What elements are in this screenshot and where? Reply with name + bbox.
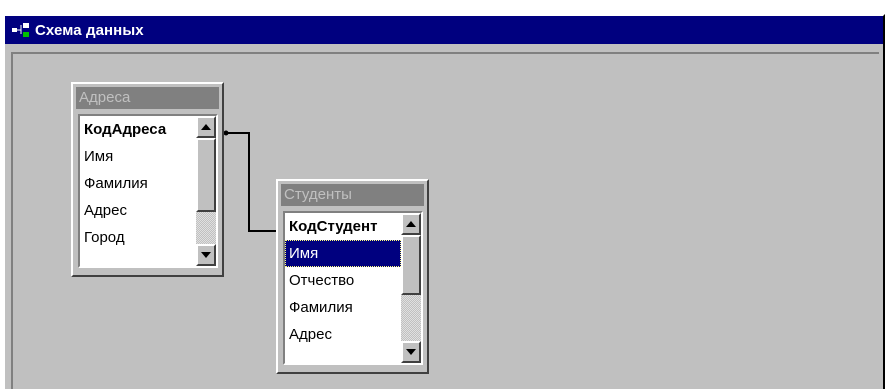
table-students-title[interactable]: Студенты	[281, 184, 424, 206]
scroll-thumb[interactable]	[196, 138, 216, 212]
scroll-thumb[interactable]	[401, 235, 421, 295]
table-addresses-title[interactable]: Адреса	[76, 87, 219, 109]
table-addresses-field-list[interactable]: КодАдреса Имя Фамилия Адрес Город	[78, 114, 218, 268]
field-adres[interactable]: Адрес	[80, 197, 196, 224]
table-students-scrollbar[interactable]	[401, 213, 421, 363]
table-addresses-scrollbar[interactable]	[196, 116, 216, 266]
screen: Схема данных Адреса КодАдреса Имя Фамили…	[0, 0, 890, 389]
relationships-window: Схема данных Адреса КодАдреса Имя Фамили…	[3, 14, 885, 389]
field-kodadresa[interactable]: КодАдреса	[80, 116, 196, 143]
field-otchestvo[interactable]: Отчество	[285, 267, 401, 294]
arrow-up-icon	[201, 124, 211, 130]
scroll-up-button[interactable]	[196, 116, 216, 138]
field-imya-selected[interactable]: Имя	[285, 240, 401, 267]
window-titlebar[interactable]: Схема данных	[5, 16, 883, 44]
field-list: КодСтудент Имя Отчество Фамилия Адрес	[285, 213, 401, 363]
arrow-down-icon	[406, 349, 416, 355]
window-title: Схема данных	[35, 21, 144, 39]
field-kodstudenta[interactable]: КодСтудент	[285, 213, 401, 240]
relationships-icon	[11, 22, 33, 38]
relationships-canvas[interactable]: Адреса КодАдреса Имя Фамилия Адрес Город	[11, 52, 879, 389]
field-familiya[interactable]: Фамилия	[285, 294, 401, 321]
table-students[interactable]: Студенты КодСтудент Имя Отчество Фамилия…	[276, 179, 429, 374]
field-familiya[interactable]: Фамилия	[80, 170, 196, 197]
scroll-down-button[interactable]	[196, 244, 216, 266]
field-imya[interactable]: Имя	[80, 143, 196, 170]
scroll-up-button[interactable]	[401, 213, 421, 235]
field-adres[interactable]: Адрес	[285, 321, 401, 348]
scroll-down-button[interactable]	[401, 341, 421, 363]
table-students-field-list[interactable]: КодСтудент Имя Отчество Фамилия Адрес	[283, 211, 423, 365]
table-addresses[interactable]: Адреса КодАдреса Имя Фамилия Адрес Город	[71, 82, 224, 277]
field-gorod[interactable]: Город	[80, 224, 196, 251]
field-list: КодАдреса Имя Фамилия Адрес Город	[80, 116, 196, 266]
arrow-down-icon	[201, 252, 211, 258]
arrow-up-icon	[406, 221, 416, 227]
